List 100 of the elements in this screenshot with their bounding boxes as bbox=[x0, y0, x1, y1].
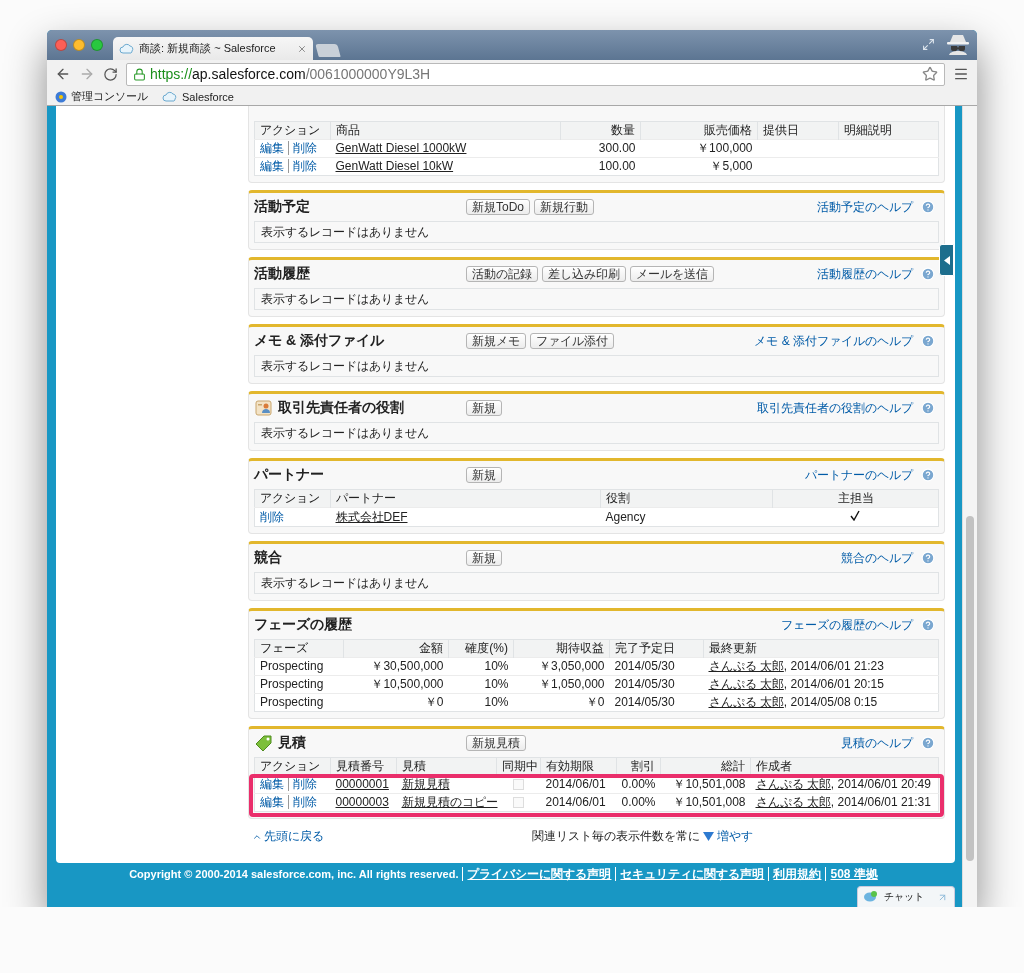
cloud-icon bbox=[162, 91, 178, 102]
back-icon[interactable] bbox=[55, 66, 71, 82]
show-more-link[interactable]: 増やす bbox=[717, 828, 753, 845]
contact-card-icon bbox=[254, 398, 274, 418]
bookmark-star-icon[interactable] bbox=[922, 66, 938, 82]
table-cell: ￥5,000 bbox=[710, 159, 753, 173]
table-cell: ￥100,000 bbox=[697, 141, 753, 155]
action-button[interactable]: 新規 bbox=[466, 400, 502, 416]
help-icon[interactable] bbox=[921, 267, 935, 281]
action-button[interactable]: 新規メモ bbox=[466, 333, 526, 349]
section-title: 活動履歴 bbox=[254, 265, 310, 283]
column-header: 明細説明 bbox=[844, 123, 892, 137]
table-cell: ￥10,501,008 bbox=[673, 795, 746, 809]
table-cell: 2014/05/30 bbox=[614, 695, 675, 709]
action-button[interactable]: ファイル添付 bbox=[530, 333, 614, 349]
help-icon[interactable] bbox=[921, 551, 935, 565]
reload-icon[interactable] bbox=[103, 66, 118, 82]
action-button[interactable]: 差し込み印刷 bbox=[542, 266, 626, 282]
bookmark-link[interactable]: 管理コンソール bbox=[55, 89, 148, 104]
scrollbar[interactable] bbox=[962, 106, 977, 907]
help-link[interactable]: 競合のヘルプ bbox=[841, 549, 913, 567]
column-header: 総計 bbox=[721, 759, 745, 773]
action-button[interactable]: 新規 bbox=[466, 467, 502, 483]
user-link[interactable]: さんぷる 太郎 bbox=[708, 677, 784, 691]
column-header: 金額 bbox=[419, 641, 443, 655]
record-link[interactable]: 新規見積 bbox=[401, 777, 450, 791]
table-cell: Prospecting bbox=[260, 695, 324, 709]
user-link[interactable]: さんぷる 太郎 bbox=[755, 777, 831, 791]
column-header: 作成者 bbox=[756, 759, 792, 773]
table-cell: Prospecting bbox=[260, 659, 324, 673]
section-title: 見積 bbox=[278, 734, 306, 752]
action-link[interactable]: 削除 bbox=[260, 509, 288, 524]
action-button[interactable]: 活動の記録 bbox=[466, 266, 538, 282]
menu-icon[interactable] bbox=[953, 66, 969, 82]
new-tab-button[interactable] bbox=[315, 44, 341, 57]
chat-tab[interactable]: チャット bbox=[857, 886, 955, 907]
help-link[interactable]: 活動予定のヘルプ bbox=[817, 198, 913, 216]
table-cell: 10% bbox=[484, 677, 509, 691]
browser-tab[interactable]: 商談: 新規商談 ~ Salesforce bbox=[113, 37, 313, 60]
column-header: 最終更新 bbox=[709, 641, 757, 655]
zoom-window-icon[interactable] bbox=[91, 39, 103, 51]
action-button[interactable]: 新規行動 bbox=[534, 199, 594, 215]
help-icon[interactable] bbox=[921, 736, 935, 750]
help-link[interactable]: メモ & 添付ファイルのヘルプ bbox=[754, 332, 913, 350]
action-link[interactable]: 編集 bbox=[260, 777, 288, 791]
user-link[interactable]: さんぷる 太郎 bbox=[708, 659, 784, 673]
action-button[interactable]: 新規ToDo bbox=[466, 199, 530, 215]
back-to-top-link[interactable]: 先頭に戻る bbox=[252, 828, 532, 845]
column-header: 販売価格 bbox=[704, 123, 752, 137]
record-link[interactable]: GenWatt Diesel 1000kW bbox=[335, 141, 467, 155]
table-cell: ￥10,500,000 bbox=[371, 677, 444, 691]
action-link[interactable]: 編集 bbox=[260, 159, 288, 173]
sidebar-toggle[interactable] bbox=[939, 244, 954, 276]
help-icon[interactable] bbox=[921, 468, 935, 482]
fullscreen-icon[interactable] bbox=[922, 37, 935, 51]
close-window-icon[interactable] bbox=[55, 39, 67, 51]
help-link[interactable]: フェーズの履歴のヘルプ bbox=[781, 616, 913, 634]
bookmark-link[interactable]: Salesforce bbox=[162, 90, 234, 103]
table-cell: ￥10,501,008 bbox=[673, 777, 746, 791]
action-link[interactable]: 削除 bbox=[288, 141, 321, 155]
action-button[interactable]: 新規見積 bbox=[466, 735, 526, 751]
record-link[interactable]: 00000001 bbox=[335, 777, 389, 791]
table-cell: 2014/05/30 bbox=[614, 659, 675, 673]
action-button[interactable]: 新規 bbox=[466, 550, 502, 566]
action-link[interactable]: 削除 bbox=[288, 795, 321, 809]
minimize-window-icon[interactable] bbox=[73, 39, 85, 51]
address-field[interactable]: https://ap.salesforce.com/0061000000Y9L3H bbox=[126, 62, 945, 86]
action-link[interactable]: 編集 bbox=[260, 141, 288, 155]
record-link[interactable]: GenWatt Diesel 10kW bbox=[335, 159, 454, 173]
section-title: メモ & 添付ファイル bbox=[254, 332, 384, 350]
updated-by-text: さんぷる 太郎, 2014/05/08 0:15 bbox=[708, 695, 878, 709]
table-cell: Prospecting bbox=[260, 677, 324, 691]
forward-icon[interactable] bbox=[79, 66, 95, 82]
help-link[interactable]: 取引先責任者の役割のヘルプ bbox=[757, 399, 913, 417]
action-link[interactable]: 削除 bbox=[288, 777, 321, 791]
section-title: 取引先責任者の役割 bbox=[278, 399, 404, 417]
record-link[interactable]: 株式会社DEF bbox=[335, 509, 408, 524]
help-link[interactable]: 活動履歴のヘルプ bbox=[817, 265, 913, 283]
help-icon[interactable] bbox=[921, 618, 935, 632]
record-link[interactable]: 00000003 bbox=[335, 795, 389, 809]
help-icon[interactable] bbox=[921, 200, 935, 214]
action-link[interactable]: 削除 bbox=[288, 159, 321, 173]
close-icon[interactable] bbox=[297, 43, 307, 54]
record-link[interactable]: 新規見積のコピー bbox=[401, 795, 498, 809]
user-link[interactable]: さんぷる 太郎 bbox=[755, 795, 831, 809]
action-link[interactable]: 編集 bbox=[260, 795, 288, 809]
user-link[interactable]: さんぷる 太郎 bbox=[708, 695, 784, 709]
empty-message: 表示するレコードはありません bbox=[254, 422, 939, 444]
help-link[interactable]: パートナーのヘルプ bbox=[805, 466, 913, 484]
column-header: 見積番号 bbox=[336, 759, 384, 773]
section-title: パートナー bbox=[254, 466, 324, 484]
tag-icon bbox=[254, 733, 274, 753]
column-header: 提供日 bbox=[763, 123, 799, 137]
column-header: 役割 bbox=[606, 491, 630, 505]
action-button[interactable]: メールを送信 bbox=[630, 266, 714, 282]
help-icon[interactable] bbox=[921, 334, 935, 348]
section-title: 活動予定 bbox=[254, 198, 310, 216]
help-icon[interactable] bbox=[921, 401, 935, 415]
table-cell: ￥0 bbox=[585, 695, 605, 709]
help-link[interactable]: 見積のヘルプ bbox=[841, 734, 913, 752]
